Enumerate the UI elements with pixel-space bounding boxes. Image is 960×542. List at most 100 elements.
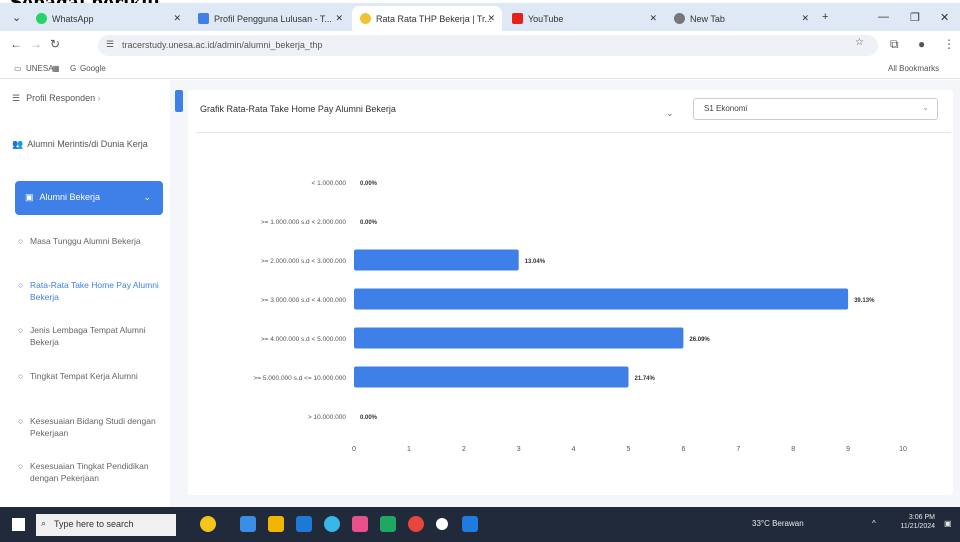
back-icon[interactable]: ← (10, 37, 22, 51)
weather-text[interactable]: 33°C Berawan (752, 519, 804, 528)
tab-label: YouTube (528, 13, 564, 24)
tab-label: WhatsApp (52, 13, 94, 24)
file-explorer-icon[interactable] (268, 516, 284, 532)
circle-app-icon[interactable] (436, 518, 448, 530)
x-tick-label: 2 (462, 446, 466, 453)
chrome-icon[interactable] (408, 516, 424, 532)
sidebar-item-alumni-merintis[interactable]: 👥 Alumni Merintis/di Dunia Kerja (12, 138, 162, 151)
bookmark-unesa[interactable]: UNESA (26, 64, 54, 73)
reload-icon[interactable]: ↻ (50, 37, 60, 51)
close-icon[interactable]: ✕ (649, 13, 657, 24)
tray-chevron-icon[interactable]: ^ (872, 519, 876, 528)
data-label: 39.13% (854, 298, 875, 304)
bar (354, 327, 684, 349)
tab-rata-rata-thp[interactable]: Rata Rata THP Bekerja | Tr... ✕ (352, 6, 502, 31)
tab-youtube[interactable]: YouTube ✕ (504, 6, 664, 31)
sidebar-item-label: Profil Responden (26, 93, 96, 103)
notification-icon[interactable]: ▣ (944, 519, 952, 528)
sidebar-subitem-kesesuaian-tingkat[interactable]: ○ Kesesuaian Tingkat Pendidikan dengan Pe… (18, 460, 163, 484)
chevron-down-icon: ⌄ (143, 192, 151, 202)
tab-profil-pengguna[interactable]: Profil Pengguna Lulusan - T... ✕ (190, 6, 350, 31)
new-tab-icon[interactable]: + (822, 11, 828, 23)
bullet-icon: ○ (18, 461, 24, 471)
instagram-icon[interactable] (352, 516, 368, 532)
all-bookmarks[interactable]: All Bookmarks (888, 64, 939, 73)
users-icon: 👥 (12, 139, 24, 149)
forward-icon[interactable]: → (30, 37, 42, 51)
bullet-icon: ○ (18, 236, 24, 246)
sidebar-item-profil-responden[interactable]: ☰ Profil Responden › (12, 92, 162, 105)
bullet-icon: ○ (18, 416, 24, 426)
list-icon: ☰ (12, 93, 21, 103)
close-icon[interactable]: ✕ (801, 13, 809, 24)
sidebar-subitem-jenis-lembaga[interactable]: ○ Jenis Lembaga Tempat Alumni Bekerja (18, 324, 163, 348)
y-tick-label: >= 4.000.000 s.d < 5.000.000 (261, 336, 347, 343)
task-view-icon[interactable] (240, 516, 256, 532)
x-tick-label: 5 (627, 446, 631, 453)
chart-card: Grafik Rata-Rata Take Home Pay Alumni Be… (188, 90, 953, 495)
x-tick-label: 6 (681, 446, 685, 453)
bullet-icon: ○ (18, 325, 24, 335)
profile-icon[interactable]: ● (918, 37, 925, 51)
excel-icon[interactable] (380, 516, 396, 532)
sidebar-subitem-label: Rata-Rata Take Home Pay Alumni Bekerja (30, 280, 159, 302)
youtube-icon (512, 13, 523, 24)
y-tick-label: >= 5.000.000 s.d <= 10.000.000 (253, 375, 346, 382)
sidebar-subitem-kesesuaian-bidang[interactable]: ○ Kesesuaian Bidang Studi dengan Pekerjaa… (18, 415, 163, 439)
maximize-icon[interactable]: ❐ (910, 11, 920, 24)
clock[interactable]: 3:06 PM 11/21/2024 (895, 513, 935, 531)
url-text: tracerstudy.unesa.ac.id/admin/alumni_bek… (122, 40, 323, 50)
sidebar-subitem-masa-tunggu[interactable]: ○ Masa Tunggu Alumni Bekerja (18, 235, 163, 247)
code-icon[interactable] (462, 516, 478, 532)
tab-new-tab[interactable]: New Tab ✕ (666, 6, 816, 31)
x-tick-label: 4 (572, 446, 576, 453)
data-label: 13.04% (525, 259, 546, 265)
tab-whatsapp[interactable]: WhatsApp ✕ (28, 6, 188, 31)
y-tick-label: < 1.000.000 (311, 180, 346, 187)
bullet-icon: ○ (18, 371, 24, 381)
address-bar-row: ← → ↻ ☰ tracerstudy.unesa.ac.id/admin/alu… (0, 31, 960, 59)
taskbar-search[interactable]: ⌕ Type here to search (36, 514, 176, 536)
y-tick-label: >= 2.000.000 s.d < 3.000.000 (261, 258, 347, 265)
window-close-icon[interactable]: ✕ (940, 11, 949, 24)
x-tick-label: 0 (352, 446, 356, 453)
sidebar-item-label: Alumni Bekerja (39, 192, 101, 202)
bookmark-google[interactable]: Google (80, 64, 106, 73)
data-label: 0.00% (360, 415, 378, 421)
whatsapp-icon (36, 13, 47, 24)
tab-label: New Tab (690, 13, 725, 24)
x-tick-label: 1 (407, 446, 411, 453)
minimize-icon[interactable]: — (878, 11, 889, 23)
url-field[interactable]: ☰ tracerstudy.unesa.ac.id/admin/alumni_be… (98, 35, 878, 56)
taskbar: ⌕ Type here to search 33°C Berawan ^ 3:06… (0, 507, 960, 542)
search-placeholder: Type here to search (54, 519, 134, 529)
bookmark-star-icon[interactable]: ☆ (855, 37, 864, 48)
x-tick-label: 9 (846, 446, 850, 453)
edge-icon[interactable] (324, 516, 340, 532)
sidebar-subitem-tingkat-tempat-kerja[interactable]: ○ Tingkat Tempat Kerja Alumni (18, 370, 163, 382)
close-icon[interactable]: ✕ (335, 13, 343, 24)
sidebar-subitem-label: Kesesuaian Bidang Studi dengan Pekerjaan (30, 416, 156, 438)
store-icon[interactable] (296, 516, 312, 532)
sidebar-subitem-take-home-pay[interactable]: ○ Rata-Rata Take Home Pay Alumni Bekerja (18, 279, 163, 303)
page-icon (198, 13, 209, 24)
clock-time: 3:06 PM (908, 514, 935, 521)
close-icon[interactable]: ✕ (487, 13, 495, 24)
site-info-icon[interactable]: ☰ (106, 39, 114, 50)
google-icon: G (70, 64, 77, 73)
sidebar-item-alumni-bekerja[interactable]: ▣ Alumni Bekerja ⌄ (15, 181, 163, 215)
data-label: 21.74% (635, 376, 656, 382)
windows-start-icon[interactable] (12, 518, 25, 531)
chrome-icon (674, 13, 685, 24)
extensions-icon[interactable]: ⧉ (890, 37, 899, 52)
weather-widget-icon[interactable] (200, 516, 216, 532)
x-tick-label: 3 (517, 446, 521, 453)
x-tick-label: 10 (899, 446, 907, 453)
close-icon[interactable]: ✕ (173, 13, 181, 24)
bar (354, 288, 849, 310)
apps-grid-icon[interactable]: ▦ (52, 64, 60, 73)
tab-search-icon[interactable]: ⌄ (12, 11, 21, 24)
data-label: 26.09% (689, 337, 710, 343)
menu-icon[interactable]: ⋮ (943, 37, 955, 51)
accent-bar (175, 90, 183, 112)
